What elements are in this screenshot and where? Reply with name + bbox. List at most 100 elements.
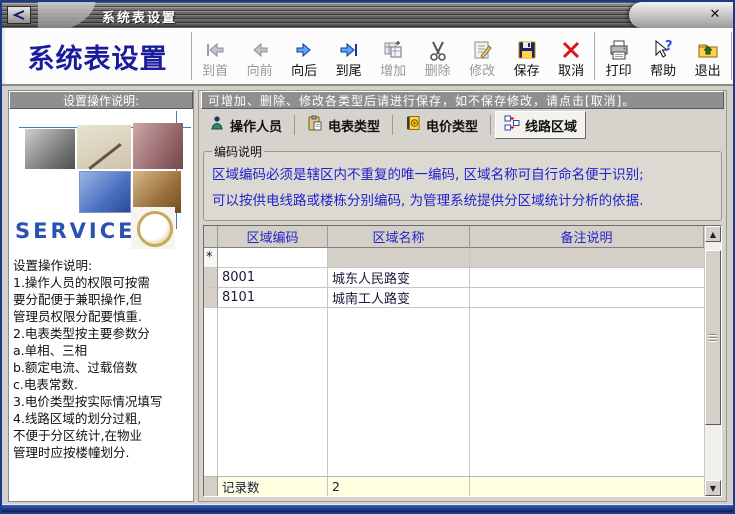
next-label: 向后 [291,64,317,79]
notice-bar: 可增加、删除、修改各类型后请进行保存，如不保存修改，请点击[取消]。 [201,91,724,109]
add-icon [380,37,406,63]
print-button[interactable]: 打印 [596,28,641,84]
cell-code[interactable]: 8101 [218,288,328,308]
window-title: 系统表设置 [102,7,177,26]
cell-code[interactable]: 8001 [218,268,328,288]
tab-separator [392,115,393,135]
network-diagram-icon [504,115,520,135]
help-label: 帮助 [650,64,676,79]
scrollbar-track-space[interactable] [705,242,721,250]
operator-person-icon [209,115,225,135]
tab-label: 电表类型 [328,116,380,135]
tab-price-types[interactable]: 电价类型 [397,112,486,138]
scrollbar-track[interactable] [705,242,721,480]
cell-name[interactable] [328,248,470,268]
empty-cell [328,308,470,476]
save-label: 保存 [514,64,540,79]
column-header-name[interactable]: 区域名称 [328,226,470,248]
cell-code[interactable] [218,248,328,268]
app-logo-icon [7,6,31,24]
cell-name[interactable]: 城南工人路变 [328,288,470,308]
next-button[interactable]: 向后 [282,28,327,84]
scroll-up-button[interactable]: ▲ [705,226,721,242]
table-empty-area [204,308,704,476]
help-icon: ? [650,37,676,63]
to-first-button[interactable]: 到首 [193,28,238,84]
modify-icon [469,37,495,63]
tab-strip: 操作人员 电表类型 电价类型 [201,109,724,141]
main-area: 设置操作说明: SERVICE 设置操作说明: 1.操作人员的权限可按需 要分配… [2,86,733,504]
toolbar-separator [191,32,192,80]
previous-label: 向前 [247,64,273,79]
cancel-label: 取消 [558,64,584,79]
print-label: 打印 [606,64,632,79]
close-button[interactable]: ✕ [706,6,724,23]
tab-label: 电价类型 [426,116,478,135]
delete-label: 删除 [425,64,451,79]
to-first-icon [202,37,228,63]
row-marker [204,288,218,308]
tab-line-areas[interactable]: 线路区域 [495,111,586,139]
record-count-label: 记录数 [218,477,328,496]
scroll-down-button[interactable]: ▼ [705,480,721,496]
column-header-code[interactable]: 区域编码 [218,226,328,248]
tab-separator [294,115,295,135]
scrollbar-thumb[interactable] [705,250,721,425]
table-row[interactable]: 8001 城东人民路变 [204,268,704,288]
photo-tile-pens [133,123,183,169]
window-titlebar: 系统表设置 ✕ [2,2,733,28]
to-last-button[interactable]: 到尾 [326,28,371,84]
delete-button[interactable]: 删除 [415,28,460,84]
record-count-value: 2 [328,477,470,496]
table-row[interactable]: 8101 城南工人路变 [204,288,704,308]
service-collage-image: SERVICE [11,111,191,251]
new-row-marker: * [204,248,218,268]
cancel-button[interactable]: 取消 [549,28,594,84]
row-marker [204,268,218,288]
save-icon [514,37,540,63]
to-last-icon [336,37,362,63]
help-button[interactable]: ? 帮助 [641,28,686,84]
cell-note[interactable] [470,268,704,288]
modify-label: 修改 [469,64,495,79]
service-text: SERVICE [15,219,135,243]
photo-tile-watch [131,207,175,249]
to-last-label: 到尾 [336,64,362,79]
vertical-scrollbar[interactable]: ▲ ▼ [704,226,721,496]
next-icon [291,37,317,63]
price-book-icon [405,115,421,135]
delete-icon [425,37,451,63]
empty-cell [470,308,704,476]
tab-operators[interactable]: 操作人员 [201,112,290,138]
page-title: 系统表设置 [2,28,190,84]
titlebar-decoration [38,2,96,28]
add-label: 增加 [380,64,406,79]
code-help-group: 编码说明 区域编码必须是辖区内不重复的唯一编码, 区域名称可自行命名便于识别; … [203,143,722,221]
window-bottom-border [2,504,733,512]
photo-tile-pen [77,125,131,169]
modify-button[interactable]: 修改 [460,28,505,84]
exit-label: 退出 [695,64,721,79]
new-record-row[interactable]: * [204,248,704,268]
exit-button[interactable]: 退出 [685,28,730,84]
toolbar-separator [594,32,595,80]
svg-text:?: ? [665,39,673,54]
add-button[interactable]: 增加 [371,28,416,84]
previous-button[interactable]: 向前 [237,28,282,84]
code-help-line2: 可以按供电线路或楼栋分别编码, 为管理系统提供分区域统计分析的依据. [212,188,713,214]
record-count-row: 记录数 2 [204,476,704,496]
save-button[interactable]: 保存 [504,28,549,84]
sidebar-header: 设置操作说明: [9,91,193,109]
photo-tile-tools [25,129,75,169]
print-icon [606,37,632,63]
code-help-legend: 编码说明 [212,143,264,160]
cell-name[interactable]: 城东人民路变 [328,268,470,288]
cancel-icon [558,37,584,63]
column-header-note[interactable]: 备注说明 [470,226,704,248]
cell-note[interactable] [470,248,704,268]
tab-meter-types[interactable]: 电表类型 [299,112,388,138]
table-header-row: 区域编码 区域名称 备注说明 [204,226,704,248]
cell-note[interactable] [470,288,704,308]
close-icon: ✕ [710,7,721,22]
to-first-label: 到首 [202,64,228,79]
